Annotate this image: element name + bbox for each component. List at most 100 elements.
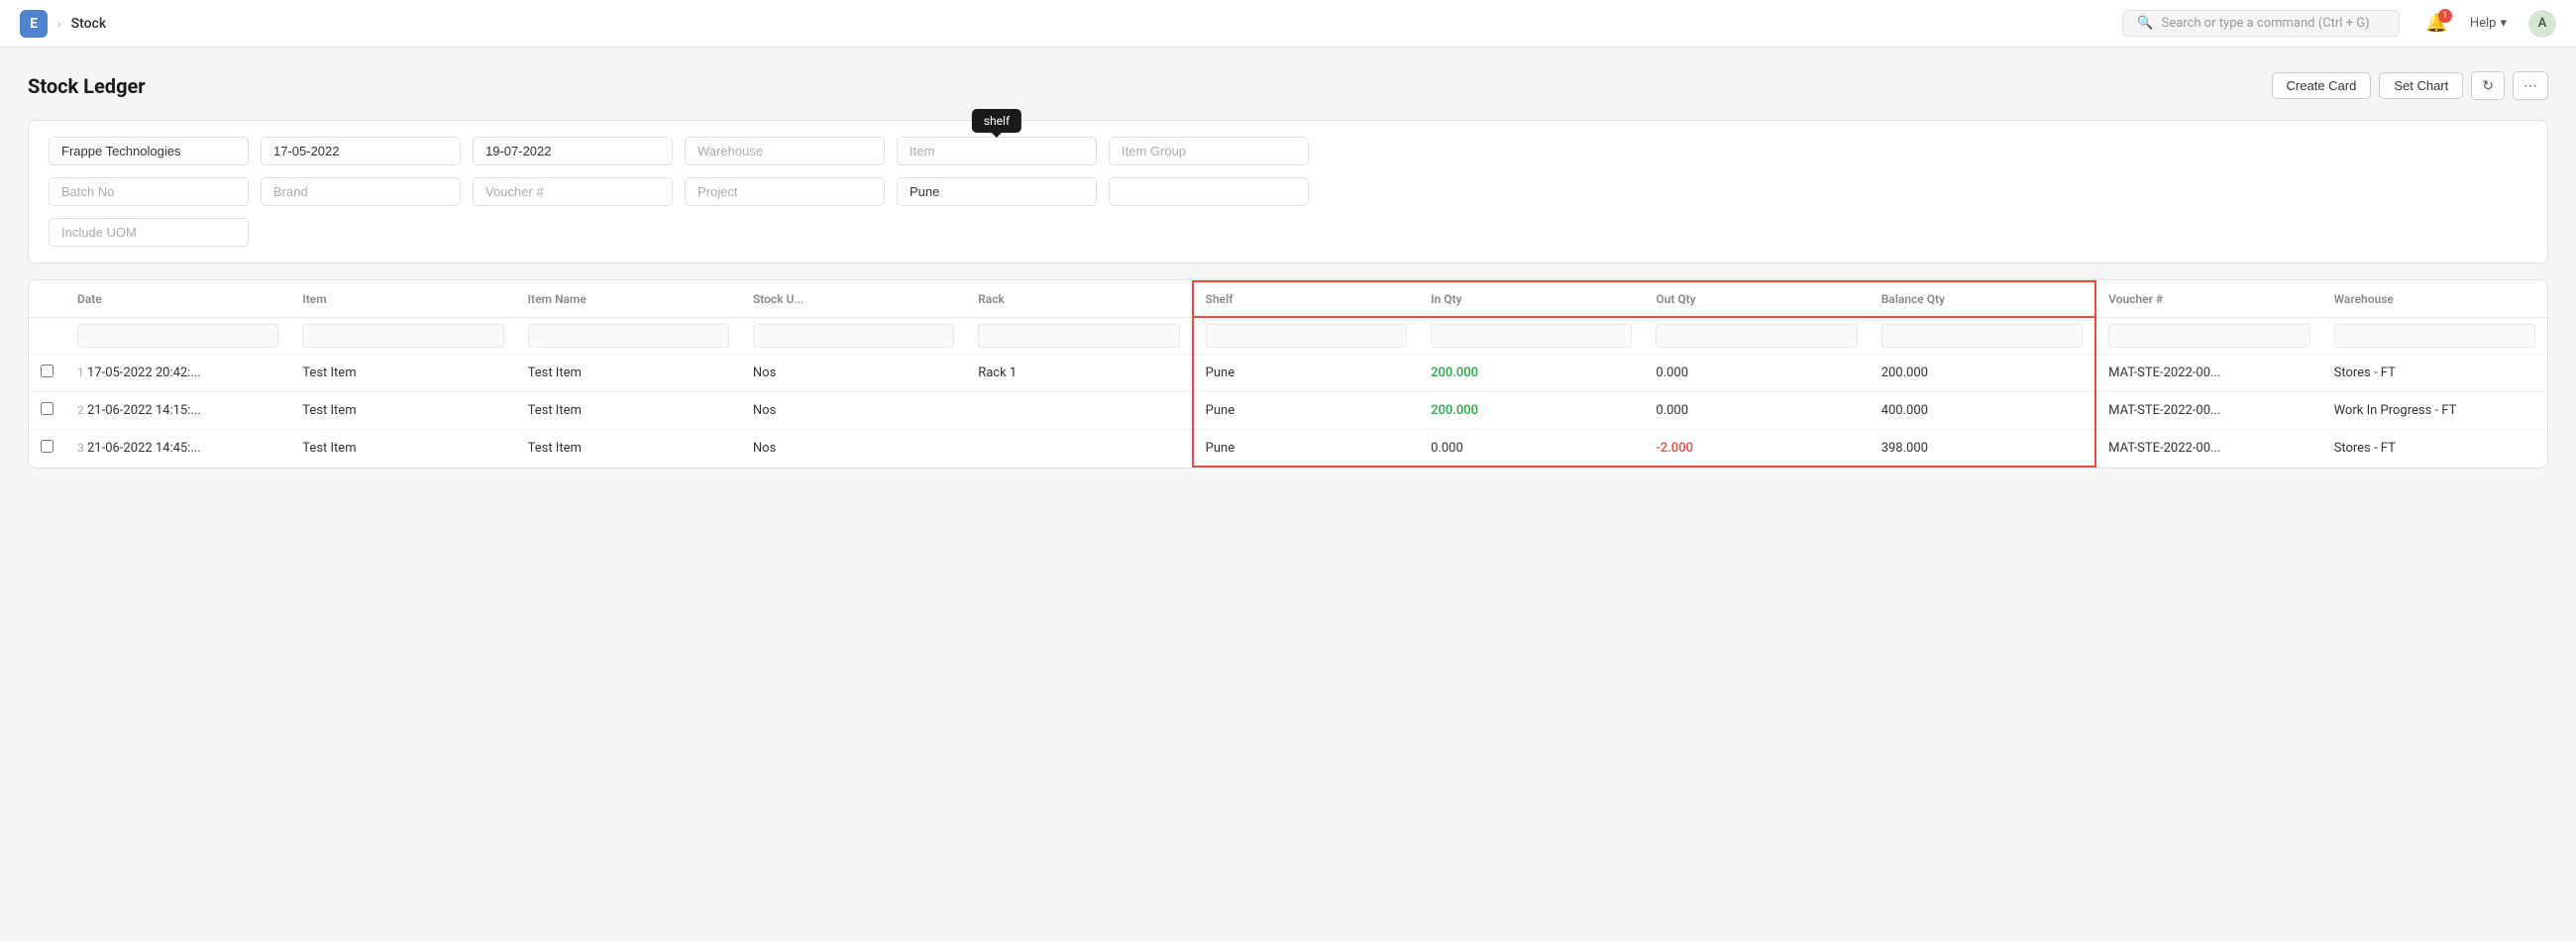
cell-shelf: Pune [1193, 392, 1419, 430]
breadcrumb-stock[interactable]: Stock [71, 16, 107, 32]
cell-item-name: Test Item [516, 430, 741, 468]
cell-num-date: 3 21-06-2022 14:45:... [65, 430, 290, 468]
filter-select [29, 317, 65, 355]
user-avatar[interactable]: A [2528, 10, 2556, 38]
row-checkbox[interactable] [41, 402, 54, 415]
filter-stock-uom-input[interactable] [753, 324, 954, 348]
notification-badge: 1 [2438, 9, 2452, 23]
cell-stock-uom: Nos [741, 355, 966, 392]
batch-no-filter[interactable] [49, 177, 249, 206]
company-filter[interactable] [49, 137, 249, 165]
cell-rack [966, 430, 1192, 468]
cell-stock-uom: Nos [741, 430, 966, 468]
brand-filter[interactable] [261, 177, 461, 206]
th-item-name: Item Name [516, 281, 741, 317]
more-options-button[interactable]: ⋯ [2513, 71, 2548, 100]
row-number: 1 [77, 366, 84, 379]
filter-in-qty-input[interactable] [1431, 324, 1632, 348]
table-row: 2 21-06-2022 14:15:... Test Item Test It… [29, 392, 2547, 430]
refresh-button[interactable]: ↻ [2471, 71, 2505, 100]
header-actions: Create Card Set Chart ↻ ⋯ [2272, 71, 2548, 100]
cell-item: Test Item [290, 430, 515, 468]
set-chart-button[interactable]: Set Chart [2379, 72, 2463, 99]
cell-item: Test Item [290, 392, 515, 430]
page-title: Stock Ledger [28, 74, 146, 98]
filter-item-th [290, 317, 515, 355]
filter-out-qty-th [1644, 317, 1869, 355]
filter-shelf-th [1193, 317, 1419, 355]
cell-balance-qty: 200.000 [1870, 355, 2095, 392]
th-voucher: Voucher # [2095, 281, 2321, 317]
cell-warehouse: Stores - FT [2322, 430, 2547, 468]
filter-item-name-input[interactable] [528, 324, 729, 348]
search-placeholder-text: Search or type a command (Ctrl + G) [2162, 16, 2370, 31]
filter-rack-th [966, 317, 1192, 355]
cell-stock-uom: Nos [741, 392, 966, 430]
item-filter-wrapper: shelf [897, 137, 1097, 165]
filter-row-1: shelf [49, 137, 2527, 165]
cell-date: 21-06-2022 14:15:... [87, 403, 201, 418]
search-icon: 🔍 [2137, 16, 2153, 31]
cell-item-name: Test Item [516, 392, 741, 430]
filter-item-input[interactable] [302, 324, 503, 348]
cell-shelf: Pune [1193, 430, 1419, 468]
filter-balance-qty-input[interactable] [1881, 324, 2083, 348]
topnav: E › Stock 🔍 Search or type a command (Ct… [0, 0, 2576, 48]
stock-ledger-table: Date Item Item Name Stock U... Rack Shel… [28, 279, 2548, 469]
empty-filter-1[interactable] [1109, 177, 1309, 206]
to-date-filter[interactable] [473, 137, 673, 165]
app-logo: E [20, 10, 48, 38]
help-chevron-icon: ▾ [2500, 16, 2507, 31]
filter-row-2 [49, 177, 2527, 206]
page-content: Stock Ledger Create Card Set Chart ↻ ⋯ s… [0, 48, 2576, 492]
filter-shelf-input[interactable] [1206, 324, 1407, 348]
cell-warehouse: Work In Progress - FT [2322, 392, 2547, 430]
cell-out-qty: 0.000 [1644, 392, 1869, 430]
th-in-qty: In Qty [1419, 281, 1644, 317]
cell-voucher: MAT-STE-2022-00... [2095, 355, 2321, 392]
row-checkbox-cell [29, 355, 65, 392]
cell-rack: Rack 1 [966, 355, 1192, 392]
filter-rack-input[interactable] [978, 324, 1179, 348]
filter-warehouse-th [2322, 317, 2547, 355]
cell-warehouse: Stores - FT [2322, 355, 2547, 392]
cell-shelf: Pune [1193, 355, 1419, 392]
table-header-row: Date Item Item Name Stock U... Rack Shel… [29, 281, 2547, 317]
filter-voucher-input[interactable] [2108, 324, 2309, 348]
cell-in-qty: 0.000 [1419, 430, 1644, 468]
notifications-bell[interactable]: 🔔 1 [2425, 13, 2447, 34]
filter-in-qty-th [1419, 317, 1644, 355]
filter-out-qty-input[interactable] [1656, 324, 1857, 348]
cell-out-qty: -2.000 [1644, 430, 1869, 468]
help-menu[interactable]: Help ▾ [2470, 16, 2507, 31]
table-row: 1 17-05-2022 20:42:... Test Item Test It… [29, 355, 2547, 392]
project-value-filter[interactable] [897, 177, 1097, 206]
from-date-filter[interactable] [261, 137, 461, 165]
cell-item: Test Item [290, 355, 515, 392]
voucher-filter[interactable] [473, 177, 673, 206]
cell-num-date: 2 21-06-2022 14:15:... [65, 392, 290, 430]
row-checkbox[interactable] [41, 440, 54, 453]
cell-rack [966, 392, 1192, 430]
cell-in-qty: 200.000 [1419, 392, 1644, 430]
filter-balance-qty-th [1870, 317, 2095, 355]
th-out-qty: Out Qty [1644, 281, 1869, 317]
filter-item-name-th [516, 317, 741, 355]
warehouse-filter[interactable] [685, 137, 885, 165]
row-checkbox[interactable] [41, 365, 54, 377]
item-tooltip: shelf [972, 109, 1021, 133]
row-number: 3 [77, 441, 84, 455]
include-uom-filter[interactable] [49, 218, 249, 247]
create-card-button[interactable]: Create Card [2272, 72, 2372, 99]
th-balance-qty: Balance Qty [1870, 281, 2095, 317]
global-search[interactable]: 🔍 Search or type a command (Ctrl + G) [2122, 10, 2400, 37]
page-header: Stock Ledger Create Card Set Chart ↻ ⋯ [28, 71, 2548, 100]
project-filter[interactable] [685, 177, 885, 206]
filter-date-input[interactable] [77, 324, 278, 348]
th-warehouse: Warehouse [2322, 281, 2547, 317]
filter-warehouse-input[interactable] [2334, 324, 2535, 348]
filter-voucher-th [2095, 317, 2321, 355]
item-group-filter[interactable] [1109, 137, 1309, 165]
cell-item-name: Test Item [516, 355, 741, 392]
help-label: Help [2470, 16, 2497, 31]
